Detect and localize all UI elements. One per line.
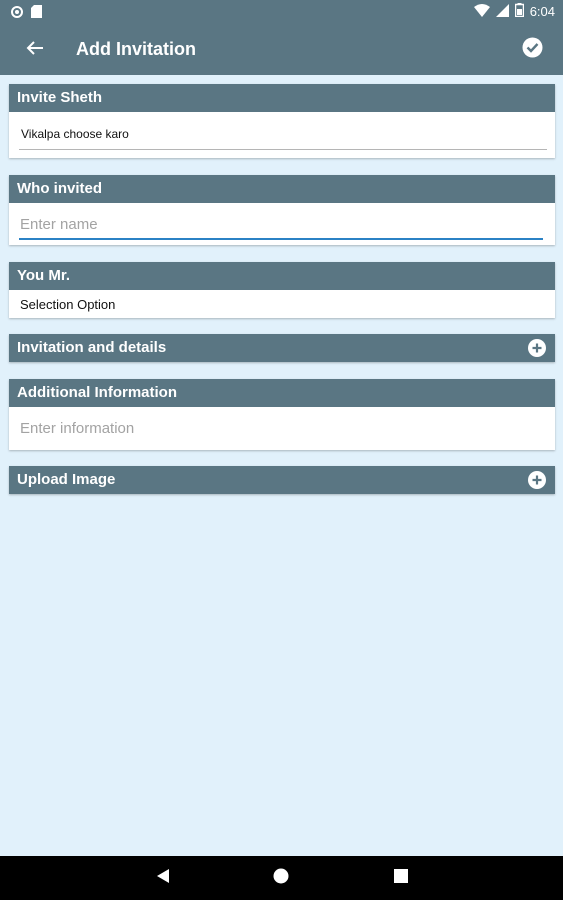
you-mr-value: Selection Option — [20, 297, 116, 312]
who-invited-placeholder: Enter name — [20, 216, 98, 233]
invite-sheth-underline — [19, 149, 547, 150]
additional-info-input[interactable]: Enter information — [9, 407, 555, 450]
additional-info-label: Additional Information — [9, 379, 555, 407]
battery-icon — [514, 3, 524, 20]
invitation-details-header: Invitation and details — [9, 334, 555, 362]
app-bar: Add Invitation — [0, 25, 563, 75]
you-mr-dropdown[interactable]: Selection Option — [9, 290, 555, 318]
upload-image-label: Upload Image — [17, 471, 116, 488]
wifi-icon — [473, 3, 490, 20]
nav-home-button[interactable] — [272, 868, 290, 889]
system-nav-bar — [0, 856, 563, 900]
upload-image-header: Upload Image — [9, 466, 555, 494]
nav-recents-icon — [394, 868, 408, 888]
page-title: Add Invitation — [76, 39, 196, 59]
you-mr-card: You Mr. Selection Option — [9, 262, 555, 318]
additional-info-placeholder: Enter information — [20, 420, 135, 437]
back-arrow-icon — [26, 40, 44, 61]
you-mr-label: You Mr. — [9, 262, 555, 290]
invite-sheth-label: Invite Sheth — [9, 84, 555, 112]
nav-back-button[interactable] — [154, 868, 172, 889]
plus-icon[interactable] — [528, 471, 546, 489]
sd-card-icon — [31, 5, 42, 23]
invite-sheth-dropdown[interactable]: Vikalpa choose karo — [9, 112, 555, 158]
nav-recents-button[interactable] — [392, 868, 410, 888]
nav-back-icon — [156, 868, 170, 889]
back-button[interactable] — [22, 37, 48, 63]
invite-sheth-card: Invite Sheth Vikalpa choose karo — [9, 84, 555, 158]
upload-image-card[interactable]: Upload Image — [9, 466, 555, 494]
who-invited-input[interactable]: Enter name — [9, 203, 555, 245]
who-invited-card: Who invited Enter name — [9, 175, 555, 245]
invitation-details-label: Invitation and details — [17, 339, 167, 356]
plus-icon[interactable] — [528, 339, 546, 357]
who-invited-underline — [19, 238, 543, 240]
invite-sheth-value: Vikalpa choose karo — [21, 127, 129, 141]
check-icon — [522, 37, 543, 63]
invitation-details-card[interactable]: Invitation and details — [9, 334, 555, 362]
additional-info-card: Additional Information Enter information — [9, 379, 555, 450]
who-invited-label: Who invited — [9, 175, 555, 203]
status-time: 6:04 — [529, 4, 555, 19]
save-button[interactable] — [519, 37, 545, 63]
status-bar: 6:04 — [0, 0, 563, 25]
notification-circle-icon — [11, 5, 23, 23]
signal-icon — [495, 3, 509, 20]
nav-home-icon — [273, 868, 289, 889]
